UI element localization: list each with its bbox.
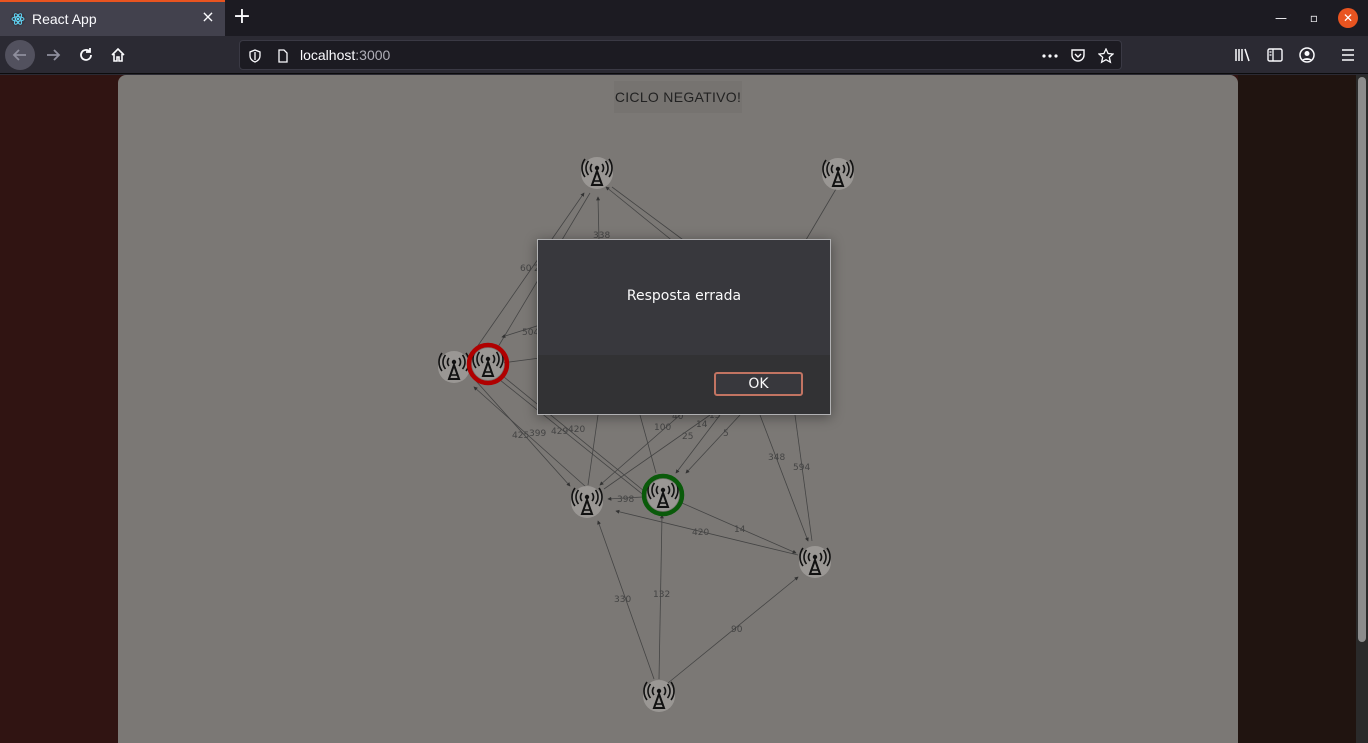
arrow-left-icon bbox=[12, 49, 26, 61]
page-actions-icon[interactable] bbox=[1041, 47, 1059, 65]
library-icon bbox=[1235, 48, 1250, 62]
scrollbar-thumb[interactable] bbox=[1358, 77, 1366, 642]
edge-label: 90 bbox=[731, 625, 743, 635]
ok-button[interactable]: OK bbox=[714, 372, 803, 396]
graph-edge bbox=[759, 414, 809, 542]
tab-close-icon[interactable]: × bbox=[200, 9, 216, 25]
edge-label: 132 bbox=[653, 590, 670, 600]
reload-icon bbox=[80, 48, 92, 61]
account-button[interactable] bbox=[1292, 40, 1322, 70]
edge-label: 25 bbox=[682, 432, 693, 442]
edge-label: 594 bbox=[793, 463, 810, 473]
antenna-tower-icon[interactable] bbox=[437, 350, 471, 384]
hamburger-menu-icon bbox=[1342, 49, 1354, 61]
antenna-tower-icon[interactable] bbox=[642, 679, 676, 713]
edge-label: 420 bbox=[692, 528, 709, 538]
url-text[interactable]: localhost:3000 bbox=[300, 47, 390, 63]
back-button[interactable] bbox=[5, 40, 35, 70]
home-button[interactable] bbox=[103, 40, 133, 70]
home-icon bbox=[111, 47, 125, 62]
react-logo-icon bbox=[10, 11, 26, 27]
account-icon bbox=[1299, 47, 1315, 63]
antenna-tower-icon[interactable] bbox=[646, 478, 680, 512]
new-tab-button[interactable]: + bbox=[232, 6, 252, 28]
edge-label: 425 bbox=[512, 431, 529, 441]
edge-label: 398 bbox=[617, 495, 634, 505]
library-button[interactable] bbox=[1228, 40, 1258, 70]
alert-footer: OK bbox=[538, 355, 830, 414]
tab-title: React App bbox=[32, 11, 97, 27]
edge-label: 330 bbox=[614, 595, 631, 605]
edge-label: 14 bbox=[734, 525, 746, 535]
navigation-toolbar: localhost:3000 bbox=[0, 36, 1368, 74]
graph-edge bbox=[611, 186, 691, 246]
reload-button[interactable] bbox=[71, 40, 101, 70]
arrow-right-icon bbox=[47, 49, 61, 61]
sidebar-icon bbox=[1267, 48, 1283, 62]
edge-label: 14 bbox=[696, 420, 708, 430]
forward-button[interactable] bbox=[38, 40, 68, 70]
url-bar[interactable]: localhost:3000 bbox=[239, 40, 1122, 70]
url-port: :3000 bbox=[355, 47, 391, 63]
graph-edge bbox=[794, 414, 813, 542]
antenna-tower-icon[interactable] bbox=[471, 347, 505, 381]
edge-label: 420 bbox=[568, 425, 585, 435]
page-scrollbar[interactable] bbox=[1356, 75, 1368, 743]
bookmark-star-icon[interactable] bbox=[1097, 47, 1115, 65]
minimize-icon[interactable]: — bbox=[1271, 8, 1291, 28]
alert-message: Resposta errada bbox=[626, 288, 742, 304]
edge-label: 399 bbox=[529, 429, 546, 439]
antenna-tower-icon[interactable] bbox=[821, 157, 855, 191]
antenna-tower-icon[interactable] bbox=[580, 156, 614, 190]
edge-label: 60 bbox=[520, 264, 532, 274]
url-host: localhost bbox=[300, 47, 356, 63]
edge-label: 429 bbox=[551, 427, 568, 437]
shield-icon[interactable] bbox=[246, 47, 264, 65]
sidebar-button[interactable] bbox=[1260, 40, 1290, 70]
tab-strip: React App × + — ▫ ✕ bbox=[0, 0, 1368, 36]
antenna-tower-icon[interactable] bbox=[798, 545, 832, 579]
graph-edge bbox=[587, 414, 599, 486]
menu-button[interactable] bbox=[1333, 40, 1363, 70]
window-close-icon[interactable]: ✕ bbox=[1338, 8, 1358, 28]
page-icon[interactable] bbox=[274, 47, 292, 65]
edge-label: 5 bbox=[723, 429, 729, 439]
alert-dialog: Resposta errada OK bbox=[537, 239, 831, 415]
tab-react-app[interactable]: React App × bbox=[0, 0, 225, 36]
edge-label: 348 bbox=[768, 453, 785, 463]
antenna-tower-icon[interactable] bbox=[570, 485, 604, 519]
pocket-icon[interactable] bbox=[1069, 47, 1087, 65]
edge-label: 100 bbox=[654, 423, 671, 433]
restore-icon[interactable]: ▫ bbox=[1304, 8, 1324, 28]
